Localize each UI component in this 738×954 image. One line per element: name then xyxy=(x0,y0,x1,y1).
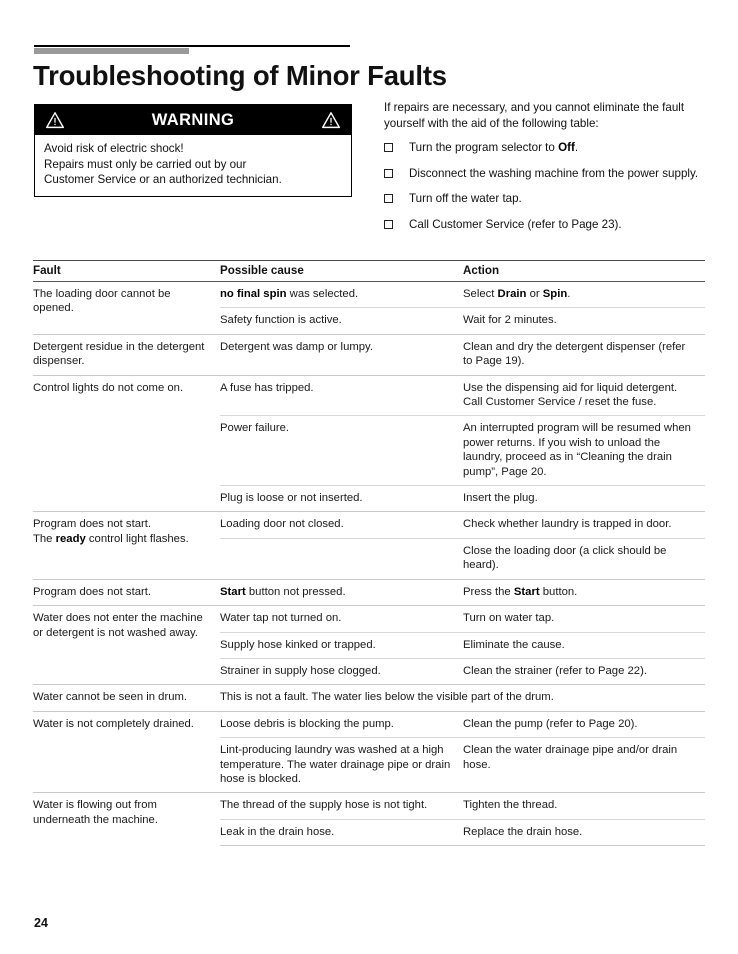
cell-possible-cause: Safety function is active. xyxy=(220,307,463,335)
cell-fault: Water is not completely drained. xyxy=(33,710,220,793)
cell-possible-cause: no final spin was selected. xyxy=(220,280,463,308)
cell-action: Close the loading door (a click should b… xyxy=(463,537,705,580)
cell-fault: The loading door cannot be opened. xyxy=(33,281,220,335)
cell-action: Clean the water drainage pipe and/or dra… xyxy=(463,737,705,793)
cell-possible-cause: This is not a fault. The water lies belo… xyxy=(220,684,705,712)
cell-possible-cause: Start button not pressed. xyxy=(220,578,463,606)
emphasis-term: Start xyxy=(513,585,540,598)
cell-action: Check whether laundry is trapped in door… xyxy=(463,511,705,539)
intro-bullet-text: Disconnect the washing machine from the … xyxy=(409,166,699,180)
table-row: Water is not completely drained. Loose de… xyxy=(33,710,705,793)
warning-line: Repairs must only be carried out by our xyxy=(44,157,247,171)
intro-bullet-item: Call Customer Service (refer to Page 23)… xyxy=(384,217,702,233)
cell-action: Clean the strainer (refer to Page 22). xyxy=(463,657,705,685)
table-row: Control lights do not come on. A fuse has… xyxy=(33,374,705,512)
table-row: Detergent residue in the detergent dispe… xyxy=(33,333,705,376)
table-row: Program does not start. Start button not … xyxy=(33,578,705,606)
intro-bullet-text: Call Customer Service (refer to Page 23)… xyxy=(409,217,622,231)
table-row: Program does not start. The ready control… xyxy=(33,511,705,580)
warning-triangle-icon xyxy=(321,111,341,129)
cell-action: Clean and dry the detergent dispenser (r… xyxy=(463,333,705,376)
warning-body: Avoid risk of electric shock! Repairs mu… xyxy=(35,135,351,196)
table-header-row: Fault Possible cause Action xyxy=(33,260,705,282)
cell-possible-cause xyxy=(220,537,463,580)
intro-column: If repairs are necessary, and you cannot… xyxy=(384,100,702,243)
cell-possible-cause: A fuse has tripped. xyxy=(220,374,463,416)
table-row: Water does not enter the machine or dete… xyxy=(33,605,705,685)
warning-header: WARNING xyxy=(35,105,351,135)
warning-line: Avoid risk of electric shock! xyxy=(44,142,184,155)
cell-action: Eliminate the cause. xyxy=(463,631,705,659)
cell-possible-cause: Detergent was damp or lumpy. xyxy=(220,333,463,376)
cell-possible-cause: Water tap not turned on. xyxy=(220,605,463,632)
column-header-fault: Fault xyxy=(33,260,220,282)
warning-title: WARNING xyxy=(151,110,235,129)
intro-bullet-text: Turn off the water tap. xyxy=(409,192,522,206)
cell-fault: Control lights do not come on. xyxy=(33,374,220,512)
table-row: Water is flowing out from underneath the… xyxy=(33,792,705,846)
cell-action: Clean the pump (refer to Page 20). xyxy=(463,710,705,738)
emphasis-term: no final spin xyxy=(220,288,287,300)
cell-possible-cause: The thread of the supply hose is not tig… xyxy=(220,792,463,820)
cell-possible-cause: Lint-producing laundry was washed at a h… xyxy=(220,737,463,793)
cell-possible-cause: Strainer in supply hose clogged. xyxy=(220,657,463,685)
cell-action: Tighten the thread. xyxy=(463,792,705,820)
cell-fault: Water cannot be seen in drum. xyxy=(33,684,220,712)
cell-fault: Water does not enter the machine or dete… xyxy=(33,605,220,685)
cell-fault: Program does not start. The ready control… xyxy=(33,511,220,580)
table-row: The loading door cannot be opened. no fin… xyxy=(33,280,705,335)
cell-action: Use the dispensing aid for liquid deterg… xyxy=(463,374,705,416)
intro-paragraph: If repairs are necessary, and you cannot… xyxy=(384,101,685,130)
column-header-possible-cause: Possible cause xyxy=(220,260,463,282)
emphasis-term: Spin xyxy=(542,288,568,300)
warning-line: Customer Service or an authorized techni… xyxy=(44,173,282,186)
intro-bullet-text: Turn the program selector to Off. xyxy=(409,141,579,155)
cell-possible-cause: Plug is loose or not inserted. xyxy=(220,485,463,512)
emphasis-term: Off xyxy=(558,141,575,155)
intro-bullet-item: Disconnect the washing machine from the … xyxy=(384,166,702,182)
document-page: Troubleshooting of Minor Faults WARNING xyxy=(0,0,738,954)
warning-box: WARNING Avoid risk of electric shock! Re… xyxy=(34,104,352,197)
cell-fault: Detergent residue in the detergent dispe… xyxy=(33,333,220,376)
cell-action: Insert the plug. xyxy=(463,485,705,512)
cell-action: Wait for 2 minutes. xyxy=(463,307,705,335)
header-rule-black xyxy=(34,45,350,47)
column-header-action: Action xyxy=(463,260,705,282)
cell-action: Press the Start button. xyxy=(463,578,705,606)
cell-fault: Water is flowing out from underneath the… xyxy=(33,792,220,846)
cell-possible-cause: Leak in the drain hose. xyxy=(220,818,463,847)
square-bullet-icon xyxy=(384,194,393,204)
intro-bullet-item: Turn off the water tap. xyxy=(384,191,702,207)
cell-fault: Program does not start. xyxy=(33,578,220,606)
page-number: 24 xyxy=(34,916,48,930)
emphasis-term: Drain xyxy=(497,288,527,300)
cell-action: Turn on water tap. xyxy=(463,605,705,632)
header-rule-gray xyxy=(34,48,189,54)
cell-possible-cause: Loose debris is blocking the pump. xyxy=(220,710,463,738)
intro-bullet-list: Turn the program selector to Off. Disconn… xyxy=(384,140,702,232)
cell-action: Replace the drain hose. xyxy=(463,818,705,847)
page-title: Troubleshooting of Minor Faults xyxy=(33,60,447,91)
emphasis-term: ready xyxy=(55,532,86,545)
cell-possible-cause: Power failure. xyxy=(220,415,463,486)
cell-action: An interrupted program will be resumed w… xyxy=(463,415,705,486)
intro-bullet-item: Turn the program selector to Off. xyxy=(384,140,702,156)
troubleshooting-table: Fault Possible cause Action The loading … xyxy=(33,260,705,847)
square-bullet-icon xyxy=(384,143,393,153)
cell-possible-cause: Loading door not closed. xyxy=(220,511,463,539)
cell-possible-cause: Supply hose kinked or trapped. xyxy=(220,631,463,659)
emphasis-term: Start xyxy=(220,585,246,598)
warning-triangle-icon xyxy=(45,111,65,129)
table-row: Water cannot be seen in drum. This is not… xyxy=(33,684,705,712)
square-bullet-icon xyxy=(384,168,393,178)
square-bullet-icon xyxy=(384,219,393,229)
cell-action: Select Drain or Spin. xyxy=(463,280,705,308)
